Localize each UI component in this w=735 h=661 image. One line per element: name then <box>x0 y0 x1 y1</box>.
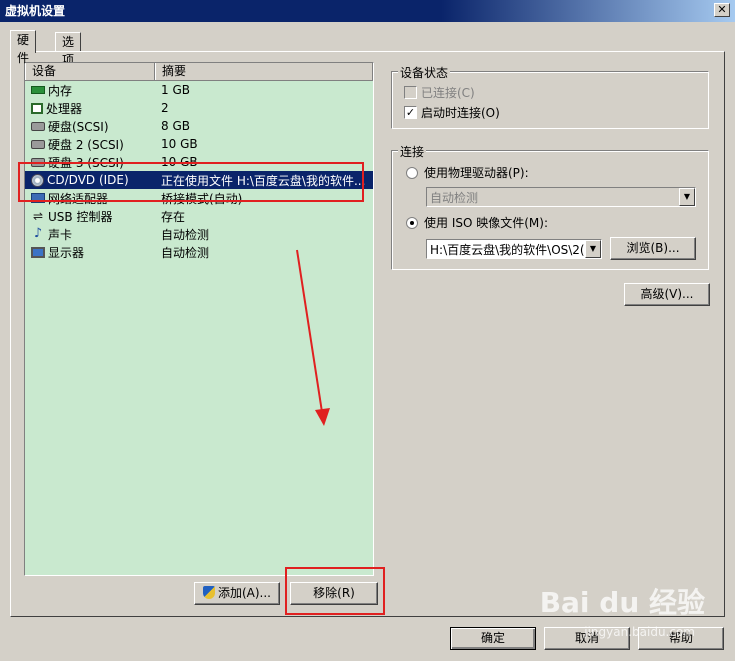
connection-title: 连接 <box>398 143 427 160</box>
device-status-group: 设备状态 已连接(C) ✓ 启动时连接(O) <box>391 64 709 129</box>
advanced-button-label: 高级(V)... <box>640 287 694 301</box>
physical-drive-radio-row[interactable]: 使用物理驱动器(P): <box>406 164 529 181</box>
connected-label: 已连接(C) <box>421 86 475 100</box>
ok-button[interactable]: 确定 <box>450 627 536 650</box>
uac-shield-icon <box>202 586 215 599</box>
device-summary: 自动检测 <box>161 245 210 260</box>
connect-at-power-on-label: 启动时连接(O) <box>421 106 500 120</box>
device-row-sound-card[interactable]: ♪ 声卡 自动检测 <box>25 225 373 243</box>
hard-disk-icon <box>31 121 45 131</box>
device-row-memory[interactable]: 内存 1 GB <box>25 81 373 99</box>
column-header-device[interactable]: 设备 <box>25 63 155 80</box>
device-row-display[interactable]: 显示器 自动检测 <box>25 243 373 261</box>
connect-at-power-on-row[interactable]: ✓ 启动时连接(O) <box>404 104 500 121</box>
list-header: 设备 摘要 <box>25 63 373 81</box>
close-button[interactable]: ✕ <box>714 3 730 17</box>
device-summary: 1 GB <box>161 83 190 97</box>
physical-drive-label: 使用物理驱动器(P): <box>424 166 529 180</box>
device-name: USB 控制器 <box>48 209 113 224</box>
display-icon <box>31 246 45 258</box>
connection-group: 连接 使用物理驱动器(P): 自动检测 ▼ 使用 ISO 映像文件(M): H:… <box>391 143 709 270</box>
device-summary: 存在 <box>161 209 186 224</box>
iso-image-radio[interactable] <box>406 216 418 229</box>
connected-checkbox-row[interactable]: 已连接(C) <box>404 84 475 101</box>
tab-hardware[interactable]: 硬件 <box>10 30 37 65</box>
browse-button[interactable]: 浏览(B)... <box>610 237 696 260</box>
usb-icon: ⇌ <box>32 209 44 223</box>
baidu-watermark: Bai du 经验 <box>539 586 705 619</box>
remove-device-button[interactable]: 移除(R) <box>290 582 378 605</box>
device-row-usb-controller[interactable]: ⇌ USB 控制器 存在 <box>25 207 373 225</box>
chevron-down-icon[interactable]: ▼ <box>679 188 695 206</box>
hard-disk-icon <box>31 139 45 149</box>
add-device-button[interactable]: 添加(A)... <box>194 582 280 605</box>
device-summary: 8 GB <box>161 119 190 133</box>
device-status-title: 设备状态 <box>398 64 451 81</box>
iso-path-combo[interactable]: H:\百度云盘\我的软件\OS\2( ▼ <box>426 239 602 259</box>
window-titlebar: 虚拟机设置 ✕ <box>0 0 735 22</box>
iso-image-label: 使用 ISO 映像文件(M): <box>424 216 548 230</box>
iso-path-value: H:\百度云盘\我的软件\OS\2( <box>430 242 585 257</box>
device-name: 内存 <box>48 83 73 98</box>
chevron-down-icon[interactable]: ▼ <box>585 240 601 258</box>
close-icon: ✕ <box>717 3 727 16</box>
device-list[interactable]: 设备 摘要 内存 1 GB 处理器 2 硬盘(SCSI) 8 GB 硬盘 2 (… <box>24 62 374 576</box>
device-name: 硬盘 2 (SCSI) <box>48 137 124 152</box>
advanced-button[interactable]: 高级(V)... <box>624 283 710 306</box>
baidu-watermark-url: jingyan.baidu.com <box>584 625 695 639</box>
device-name: 硬盘(SCSI) <box>48 119 109 134</box>
device-summary: 10 GB <box>161 137 198 151</box>
physical-drive-radio[interactable] <box>406 166 418 179</box>
ok-button-label: 确定 <box>480 631 505 645</box>
connected-checkbox[interactable] <box>404 86 417 99</box>
physical-drive-value: 自动检测 <box>430 190 479 205</box>
browse-button-label: 浏览(B)... <box>626 241 680 255</box>
add-button-label: 添加(A)... <box>217 586 272 600</box>
tab-label: 硬件 <box>17 33 30 65</box>
device-name: 显示器 <box>48 245 85 260</box>
window-title: 虚拟机设置 <box>5 4 66 18</box>
column-header-summary[interactable]: 摘要 <box>155 63 373 80</box>
memory-icon <box>31 86 45 94</box>
device-name: 声卡 <box>48 227 73 242</box>
device-name: 处理器 <box>46 101 83 116</box>
device-summary: 2 <box>161 101 169 115</box>
sound-card-icon: ♪ <box>33 226 43 241</box>
iso-image-radio-row[interactable]: 使用 ISO 映像文件(M): <box>406 214 548 231</box>
connect-at-power-on-checkbox[interactable]: ✓ <box>404 106 417 119</box>
device-row-hard-disk[interactable]: 硬盘(SCSI) 8 GB <box>25 117 373 135</box>
tab-options[interactable]: 选项 <box>55 32 82 67</box>
annotation-box-cd-dvd <box>18 162 364 202</box>
remove-button-label: 移除(R) <box>313 586 355 600</box>
device-row-hard-disk-2[interactable]: 硬盘 2 (SCSI) 10 GB <box>25 135 373 153</box>
device-summary: 自动检测 <box>161 227 210 242</box>
processor-icon <box>31 102 43 114</box>
device-row-processor[interactable]: 处理器 2 <box>25 99 373 117</box>
physical-drive-select[interactable]: 自动检测 ▼ <box>426 187 696 207</box>
